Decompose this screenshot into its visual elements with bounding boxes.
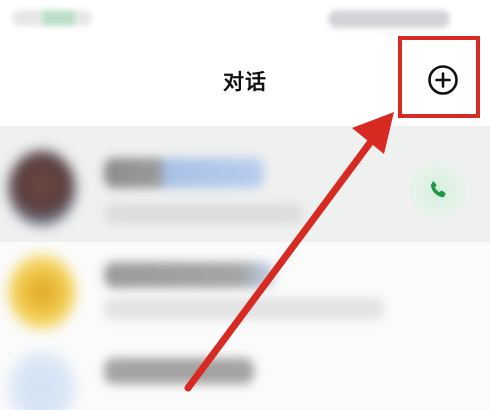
avatar (8, 254, 76, 330)
avatar (8, 350, 76, 410)
call-button[interactable] (410, 162, 466, 218)
status-bar-left-blurred (12, 10, 92, 26)
avatar (8, 150, 76, 226)
message-preview-blurred (104, 298, 384, 320)
conversation-row[interactable] (0, 342, 490, 410)
conversation-row[interactable] (0, 126, 490, 242)
annotation-highlight-box (398, 36, 480, 118)
chat-list-screen: 对话 (0, 0, 490, 410)
contact-name-blurred (104, 262, 274, 288)
contact-name-blurred (104, 358, 254, 384)
conversation-row[interactable] (0, 242, 490, 342)
message-preview-blurred (104, 204, 304, 224)
phone-icon (430, 181, 446, 198)
status-bar (0, 0, 490, 38)
status-bar-right-blurred (328, 10, 450, 28)
contact-name-blurred (104, 158, 264, 188)
conversation-list (0, 126, 490, 410)
